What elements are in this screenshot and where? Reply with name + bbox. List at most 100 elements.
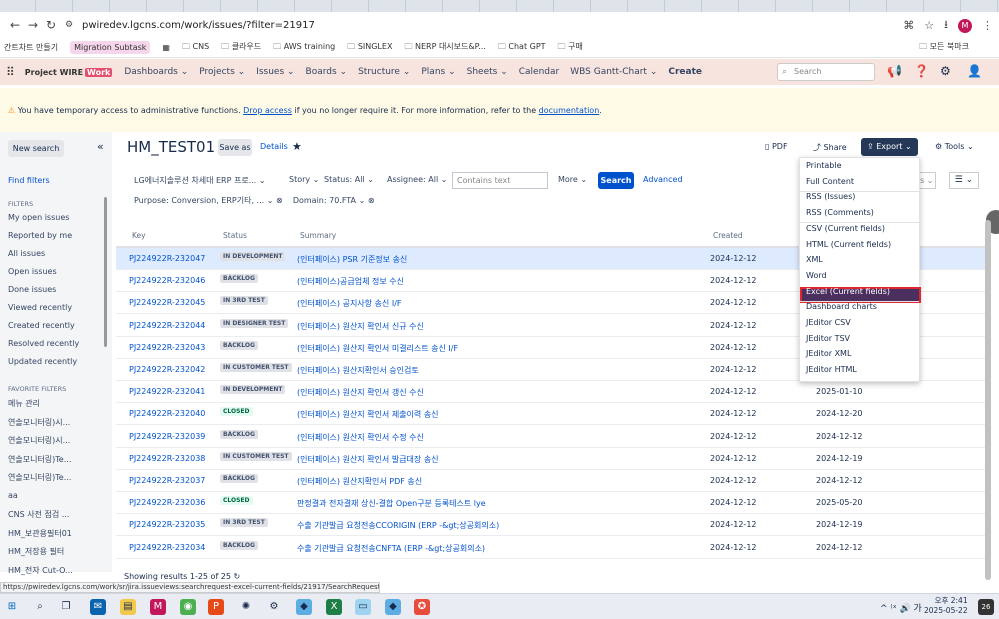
export-menu-item[interactable]: JEditor XML [806, 349, 851, 358]
browser-tab[interactable] [407, 0, 443, 12]
issue-summary-link[interactable]: (인터페이스) 원산지 확인서 수정 수신 [297, 432, 424, 443]
sidebar-filter-item[interactable]: My open issues [8, 213, 69, 222]
browser-tab[interactable] [555, 0, 591, 12]
app-icon[interactable]: M [150, 599, 166, 615]
bookmark-item[interactable]: 🗀 Chat GPT [498, 41, 546, 55]
purpose-filter[interactable]: Purpose: Conversion, ERP기타, ... ⌄ [134, 196, 273, 205]
issue-key-link[interactable]: PJ224922R-232041 [129, 387, 205, 396]
megaphone-icon[interactable]: 📢 [887, 64, 902, 78]
bookmark-item[interactable]: 🗀 CNS [182, 41, 209, 55]
view-switcher-button[interactable]: ☰ ⌄ [949, 172, 979, 189]
export-menu-item[interactable]: RSS (Comments) [806, 208, 874, 217]
export-menu-item[interactable]: CSV (Current fields) [806, 224, 885, 233]
browser-tab[interactable] [814, 0, 850, 12]
advanced-link[interactable]: Advanced [643, 175, 683, 184]
issue-summary-link[interactable]: (인터페이스) 원산지 확인서 갱신 수신 [297, 387, 424, 398]
browser-tab[interactable] [148, 0, 184, 12]
browser-tab[interactable] [518, 0, 554, 12]
issue-summary-link[interactable]: (인터페이스) 원산지 확인서 신규 수신 [297, 321, 424, 332]
table-row[interactable]: PJ224922R-232035 IN 3RD TEST 수출 기관발급 요청전송C… [116, 514, 986, 537]
search-icon[interactable]: ⌕ [32, 599, 48, 615]
issue-key-link[interactable]: PJ224922R-232037 [129, 476, 205, 485]
new-search-button[interactable]: New search [8, 140, 64, 157]
remove-domain-icon[interactable]: ⊗ [368, 196, 375, 205]
bookmark-item[interactable]: 간트차트 만들기 [4, 42, 58, 53]
bookmark-item[interactable]: 🗀 구매 [558, 41, 583, 55]
issue-summary-link[interactable]: (인터페이스)공급업체 정보 수신 [297, 276, 404, 287]
browser-menu-icon[interactable]: ⋮ [982, 19, 993, 32]
user-avatar-icon[interactable]: 👤 [967, 64, 982, 78]
issue-key-link[interactable]: PJ224922R-232034 [129, 543, 205, 552]
table-row[interactable]: PJ224922R-232041 IN DEVELOPMENT (인터페이스) 원산… [116, 381, 986, 404]
export-menu-item[interactable]: RSS (Issues) [806, 192, 855, 201]
bookmark-item[interactable]: 🗀 클라우드 [221, 41, 261, 55]
browser-tab[interactable] [629, 0, 665, 12]
nav-item[interactable]: Boards ⌄ [306, 67, 348, 77]
system-tray-icons[interactable]: ^ ⁽ˣ 🔊 가 [880, 601, 922, 614]
export-menu-item[interactable]: HTML (Current fields) [806, 240, 891, 249]
export-menu-item[interactable]: Word [806, 271, 827, 280]
nav-item[interactable]: WBS Gantt-Chart ⌄ [570, 67, 657, 77]
browser-tab[interactable] [481, 0, 517, 12]
bookmark-item[interactable]: Migration Subtask [70, 41, 151, 54]
bookmark-item[interactable]: 🗀 AWS training [273, 41, 335, 55]
nav-item[interactable]: Issues ⌄ [256, 67, 294, 77]
clock[interactable]: 오후 2:41 2025-05-22 [924, 596, 968, 616]
browser-tab[interactable] [222, 0, 258, 12]
browser-tab[interactable] [111, 0, 147, 12]
chatgpt-icon[interactable]: ✺ [238, 599, 254, 615]
contains-text-input[interactable]: Contains text [452, 172, 548, 189]
browser-tab[interactable] [703, 0, 739, 12]
issue-key-link[interactable]: PJ224922R-232046 [129, 276, 205, 285]
logo[interactable]: Project WIRE Work [25, 67, 113, 77]
export-menu-item[interactable]: JEditor TSV [806, 334, 850, 343]
type-filter[interactable]: Story ⌄ [289, 175, 319, 184]
issue-summary-link[interactable]: (인터페이스) PSR 기준정보 송신 [297, 254, 407, 265]
favorite-star-icon[interactable]: ★ [292, 140, 302, 153]
favorite-filter-item[interactable]: HM_보관용필터01 [8, 528, 72, 539]
issue-key-link[interactable]: PJ224922R-232042 [129, 365, 205, 374]
sidebar-filter-item[interactable]: Reported by me [8, 231, 72, 240]
table-row[interactable]: PJ224922R-232034 BACKLOG 수출 기관발급 요청전송CNFTA… [116, 537, 986, 559]
app-icon-4[interactable]: ◆ [385, 599, 401, 615]
issue-summary-link[interactable]: (인터페이스) 원산지 확인서 제출이력 송신 [297, 409, 439, 420]
browser-tab[interactable] [37, 0, 73, 12]
search-input[interactable]: ⌕ Search [777, 63, 875, 81]
export-menu-item[interactable]: JEditor HTML [806, 365, 857, 374]
browser-tab[interactable] [259, 0, 295, 12]
back-icon[interactable]: ← [6, 18, 24, 32]
favorite-filter-item[interactable]: 연솔모니터링)시... [8, 417, 70, 428]
issue-key-link[interactable]: PJ224922R-232047 [129, 254, 205, 263]
browser-tab[interactable] [370, 0, 406, 12]
pdf-button[interactable]: ▯ PDF [765, 142, 788, 151]
issue-key-link[interactable]: PJ224922R-232045 [129, 298, 205, 307]
bookmark-item[interactable]: 🗀 SINGLEX [347, 41, 392, 55]
apps-grid-icon[interactable]: ▦ [162, 43, 170, 52]
browser-tab[interactable] [962, 0, 998, 12]
issue-summary-link[interactable]: (인터페이스) 원산지확인서 승인검토 [297, 365, 419, 376]
browser-tab[interactable] [925, 0, 961, 12]
bookmark-star-icon[interactable]: ☆ [924, 19, 934, 32]
save-as-button[interactable]: Save as [218, 139, 252, 156]
forward-icon[interactable]: → [24, 18, 42, 32]
nav-item[interactable]: Structure ⌄ [358, 67, 410, 77]
refresh-icon[interactable]: ↻ [234, 572, 241, 581]
column-created[interactable]: Created [713, 231, 743, 240]
url-input[interactable]: pwiredev.lgcns.com/work/issues/?filter=2… [82, 20, 315, 31]
file-explorer-icon[interactable]: ▤ [120, 599, 136, 615]
favorite-filter-item[interactable]: 메뉴 관리 [8, 398, 40, 409]
settings-icon[interactable]: ⚙ [266, 599, 282, 615]
browser-tab[interactable] [666, 0, 702, 12]
download-icon[interactable]: ⭳ [944, 16, 948, 35]
notification-badge[interactable]: 26 [978, 599, 994, 615]
table-row[interactable]: PJ224922R-232037 BACKLOG (인터페이스) 원산지확인서 PD… [116, 470, 986, 492]
issue-key-link[interactable]: PJ224922R-232036 [129, 498, 205, 507]
issue-key-link[interactable]: PJ224922R-232039 [129, 432, 205, 441]
table-row[interactable]: PJ224922R-232038 IN CUSTOMER TEST (인터페이스) … [116, 448, 986, 470]
issue-key-link[interactable]: PJ224922R-232044 [129, 321, 205, 330]
table-row[interactable]: PJ224922R-232036 CLOSED 판정결과 전자결재 상신-결합 Op… [116, 492, 986, 515]
status-filter[interactable]: Status: All ⌄ [324, 175, 374, 184]
assignee-filter[interactable]: Assignee: All ⌄ [387, 175, 447, 184]
issue-summary-link[interactable]: 수출 기관발급 요청전송CCORIGIN (ERP -&gt;상공회의소) [297, 520, 499, 531]
sidebar-filter-item[interactable]: Done issues [8, 285, 56, 294]
